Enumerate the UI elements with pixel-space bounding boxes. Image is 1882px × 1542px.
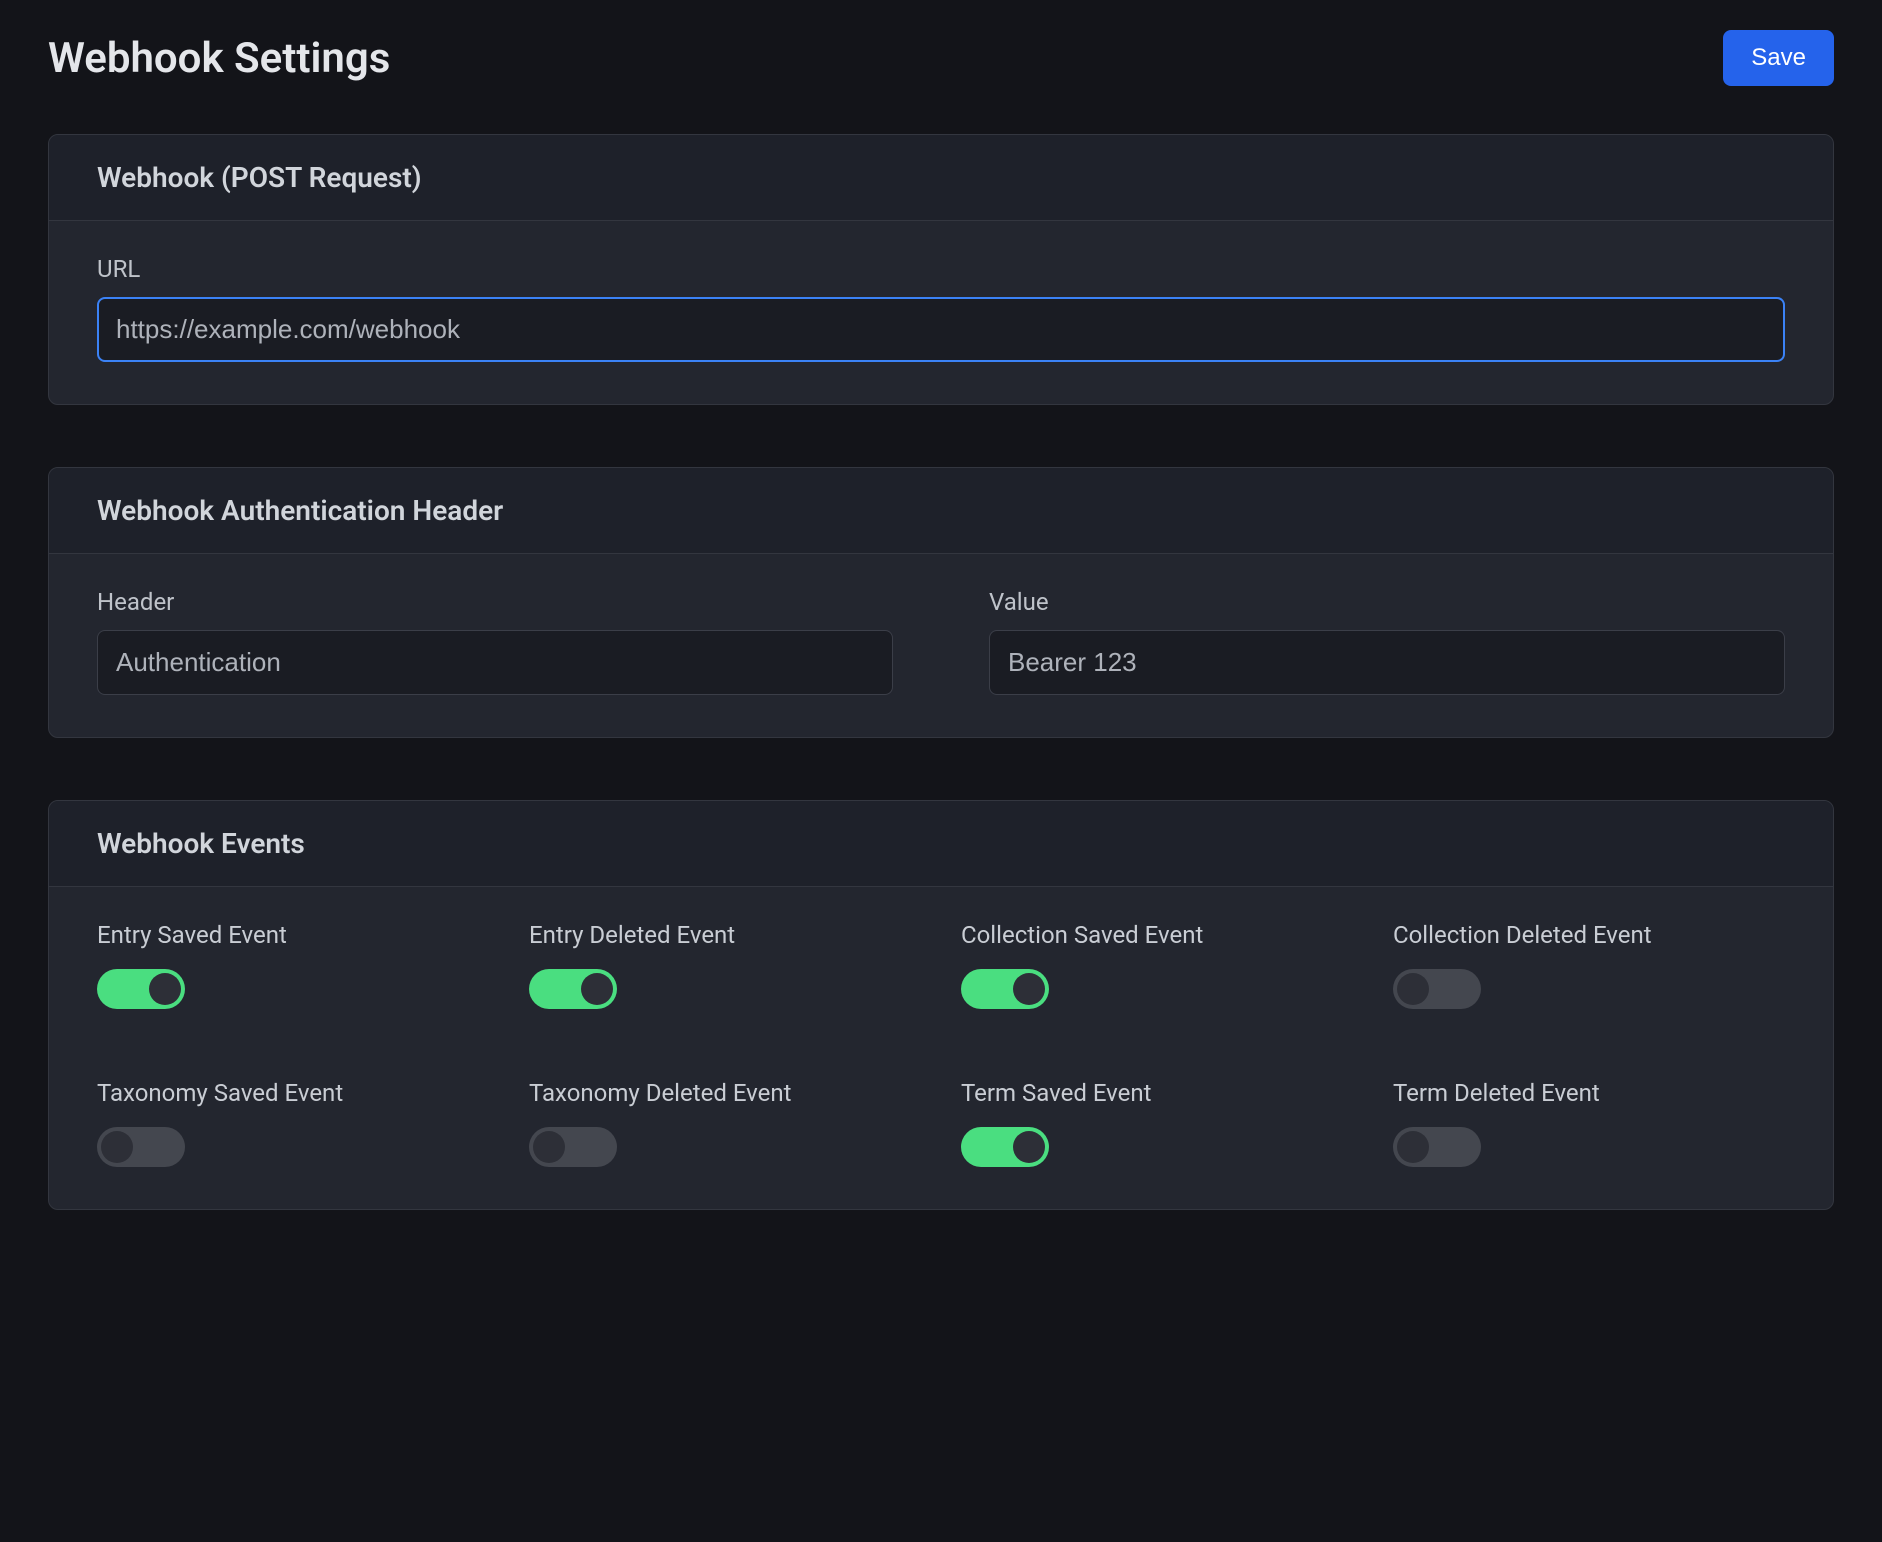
toggle-knob xyxy=(581,973,613,1005)
url-label: URL xyxy=(97,255,1785,283)
card-header: Webhook Events xyxy=(49,801,1833,887)
url-input[interactable] xyxy=(97,297,1785,362)
event-label: Taxonomy Saved Event xyxy=(97,1079,489,1107)
toggle-knob xyxy=(1397,973,1429,1005)
value-field-group: Value xyxy=(989,588,1785,695)
event-item: Collection Saved Event xyxy=(961,921,1353,1009)
event-toggle[interactable] xyxy=(961,1127,1049,1167)
webhook-auth-card: Webhook Authentication Header Header Val… xyxy=(48,467,1834,738)
toggle-knob xyxy=(1013,1131,1045,1163)
webhook-events-card: Webhook Events Entry Saved Event Entry De… xyxy=(48,800,1834,1210)
card-header: Webhook (POST Request) xyxy=(49,135,1833,221)
event-toggle[interactable] xyxy=(1393,1127,1481,1167)
event-item: Term Deleted Event xyxy=(1393,1079,1785,1167)
event-label: Collection Deleted Event xyxy=(1393,921,1785,949)
url-field-group: URL xyxy=(97,255,1785,362)
event-toggle[interactable] xyxy=(97,1127,185,1167)
card-title: Webhook (POST Request) xyxy=(97,161,1785,194)
card-body: Entry Saved Event Entry Deleted Event Coll… xyxy=(49,887,1833,1209)
toggle-knob xyxy=(533,1131,565,1163)
event-item: Taxonomy Saved Event xyxy=(97,1079,489,1167)
value-label: Value xyxy=(989,588,1785,616)
event-label: Collection Saved Event xyxy=(961,921,1353,949)
event-toggle[interactable] xyxy=(529,1127,617,1167)
header-input[interactable] xyxy=(97,630,893,695)
event-label: Entry Deleted Event xyxy=(529,921,921,949)
toggle-knob xyxy=(1397,1131,1429,1163)
card-header: Webhook Authentication Header xyxy=(49,468,1833,554)
value-input[interactable] xyxy=(989,630,1785,695)
page-header: Webhook Settings Save xyxy=(48,30,1834,86)
card-body: Header Value xyxy=(49,554,1833,737)
toggle-knob xyxy=(149,973,181,1005)
webhook-post-card: Webhook (POST Request) URL xyxy=(48,134,1834,405)
event-label: Taxonomy Deleted Event xyxy=(529,1079,921,1107)
event-label: Entry Saved Event xyxy=(97,921,489,949)
save-button[interactable]: Save xyxy=(1723,30,1834,86)
card-body: URL xyxy=(49,221,1833,404)
event-item: Entry Deleted Event xyxy=(529,921,921,1009)
page-title: Webhook Settings xyxy=(48,34,390,83)
event-item: Collection Deleted Event xyxy=(1393,921,1785,1009)
toggle-knob xyxy=(101,1131,133,1163)
event-item: Term Saved Event xyxy=(961,1079,1353,1167)
card-title: Webhook Authentication Header xyxy=(97,494,1785,527)
event-item: Entry Saved Event xyxy=(97,921,489,1009)
event-toggle[interactable] xyxy=(97,969,185,1009)
event-label: Term Saved Event xyxy=(961,1079,1353,1107)
card-title: Webhook Events xyxy=(97,827,1785,860)
event-toggle[interactable] xyxy=(961,969,1049,1009)
event-label: Term Deleted Event xyxy=(1393,1079,1785,1107)
event-toggle[interactable] xyxy=(1393,969,1481,1009)
toggle-knob xyxy=(1013,973,1045,1005)
events-grid: Entry Saved Event Entry Deleted Event Coll… xyxy=(97,921,1785,1167)
header-label: Header xyxy=(97,588,893,616)
event-item: Taxonomy Deleted Event xyxy=(529,1079,921,1167)
event-toggle[interactable] xyxy=(529,969,617,1009)
header-field-group: Header xyxy=(97,588,893,695)
